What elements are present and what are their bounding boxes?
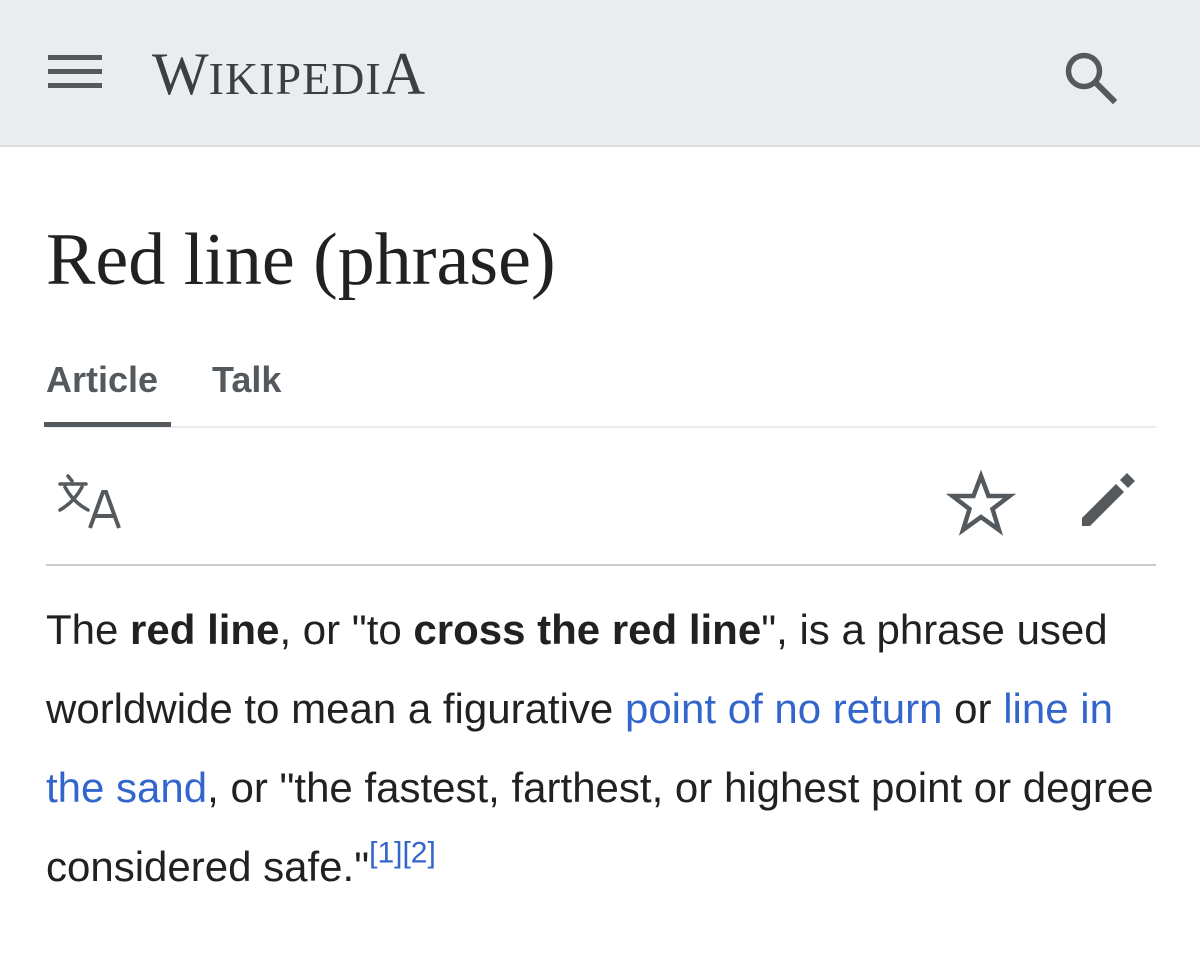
lead-text: The [46, 606, 131, 653]
lead-text: or [942, 685, 1004, 732]
language-icon [58, 474, 121, 529]
link-point-of-no-return[interactable]: point of no return [625, 685, 943, 732]
header-bar: WIKIPEDIA [0, 0, 1200, 147]
lead-text: , or "the fastest, farthest, or highest … [46, 764, 1154, 890]
star-icon [945, 469, 1017, 536]
selected-tab-indicator [44, 422, 171, 427]
language-button[interactable] [56, 470, 130, 536]
citation-2[interactable]: [2] [402, 836, 435, 869]
tab-article[interactable]: Article [46, 358, 158, 402]
main-menu-button[interactable] [40, 42, 110, 102]
bold-term: cross the red line [413, 606, 762, 653]
page-tabs: Article Talk [44, 350, 1156, 428]
citations: [1][2] [369, 836, 436, 869]
citation-1[interactable]: [1] [369, 836, 402, 869]
pencil-icon [1082, 473, 1135, 526]
page-title: Red line (phrase) [46, 219, 556, 301]
search-icon [1065, 52, 1118, 105]
search-button[interactable] [1055, 42, 1125, 108]
wikipedia-wordmark[interactable]: WIKIPEDIA [152, 38, 425, 115]
wordmark-part: IKIPEDI [208, 53, 382, 104]
wordmark-part: W [152, 41, 209, 107]
page-actions-toolbar [46, 430, 1156, 566]
watch-button[interactable] [945, 469, 1017, 540]
edit-button[interactable] [1074, 464, 1144, 534]
hamburger-menu-icon [48, 55, 102, 88]
lead-paragraph: The red line, or "to cross the red line"… [46, 590, 1166, 906]
tab-talk[interactable]: Talk [212, 358, 281, 402]
wordmark-part: A [381, 41, 426, 107]
lead-text: , or "to [279, 606, 414, 653]
bold-term: red line [130, 606, 280, 653]
